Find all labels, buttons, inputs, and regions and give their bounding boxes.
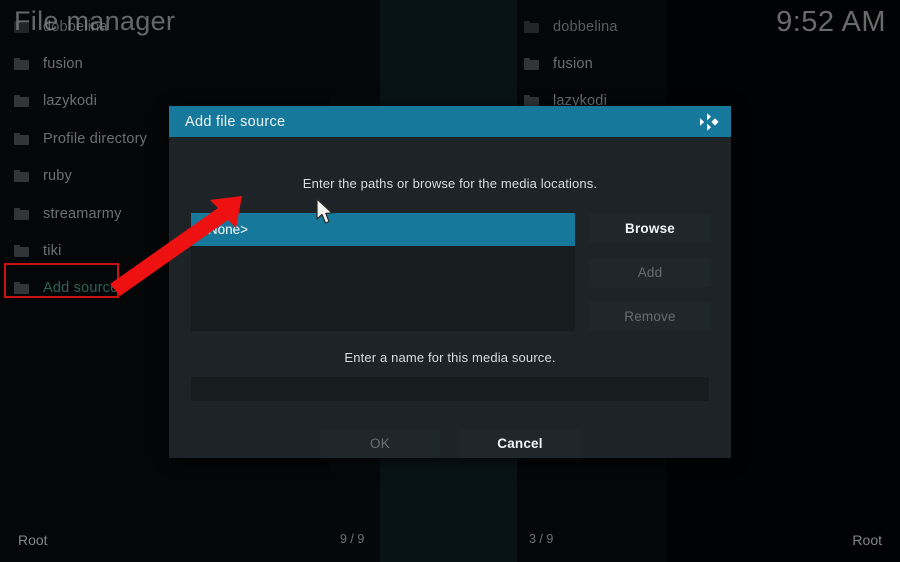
add-file-source-dialog: Add file source Enter the paths or brows… [169,106,731,458]
status-left-path: Root [18,532,48,548]
list-item-label: Add source [43,280,119,297]
list-item-label: fusion [553,56,593,73]
folder-icon [14,170,29,183]
list-item-label: ruby [43,168,73,185]
dialog-title: Add file source [185,113,286,130]
folder-icon [524,20,539,33]
list-item[interactable]: fusion [520,45,800,82]
statusbar: Root 9 / 9 3 / 9 Root [0,520,900,562]
status-right-count: 3 / 9 [529,532,554,546]
status-right-path: Root [852,532,882,548]
folder-icon [14,282,29,295]
status-left-count: 9 / 9 [340,532,365,546]
cancel-button[interactable]: Cancel [460,429,580,458]
add-button[interactable]: Add [589,258,711,287]
folder-icon [14,207,29,220]
list-item[interactable]: fusion [10,45,310,82]
list-item-label: streamarmy [43,205,122,222]
kodi-file-manager-screen: dobbelina fusion lazykodi Profile direct… [0,0,900,562]
folder-icon [14,245,29,258]
ok-button[interactable]: OK [320,429,440,458]
list-item-label: dobbelina [553,18,618,35]
kodi-logo-icon [700,112,719,131]
folder-icon [14,132,29,145]
dialog-hint-paths: Enter the paths or browse for the media … [302,176,598,191]
source-path-list[interactable]: <None> [191,213,575,331]
list-item-label: Profile directory [43,130,148,147]
file-list-right: dobbelina fusion lazykodi [520,8,800,120]
remove-button[interactable]: Remove [589,302,711,331]
dialog-titlebar: Add file source [169,106,731,137]
clock: 9:52 AM [776,6,886,38]
list-item-label: lazykodi [43,93,97,110]
dialog-hint-name: Enter a name for this media source. [344,350,556,365]
page-title: File manager [14,6,176,36]
source-list-item[interactable]: <None> [191,213,575,246]
browse-button[interactable]: Browse [589,214,711,243]
list-item[interactable]: dobbelina [520,8,800,45]
folder-icon [524,58,539,71]
source-list-item-label: <None> [200,222,249,237]
media-source-name-input[interactable] [191,377,709,401]
list-item-label: tiki [43,243,62,260]
list-item-label: fusion [43,56,83,73]
folder-icon [14,95,29,108]
dialog-body: Enter the paths or browse for the media … [169,137,731,458]
folder-icon [14,58,29,71]
